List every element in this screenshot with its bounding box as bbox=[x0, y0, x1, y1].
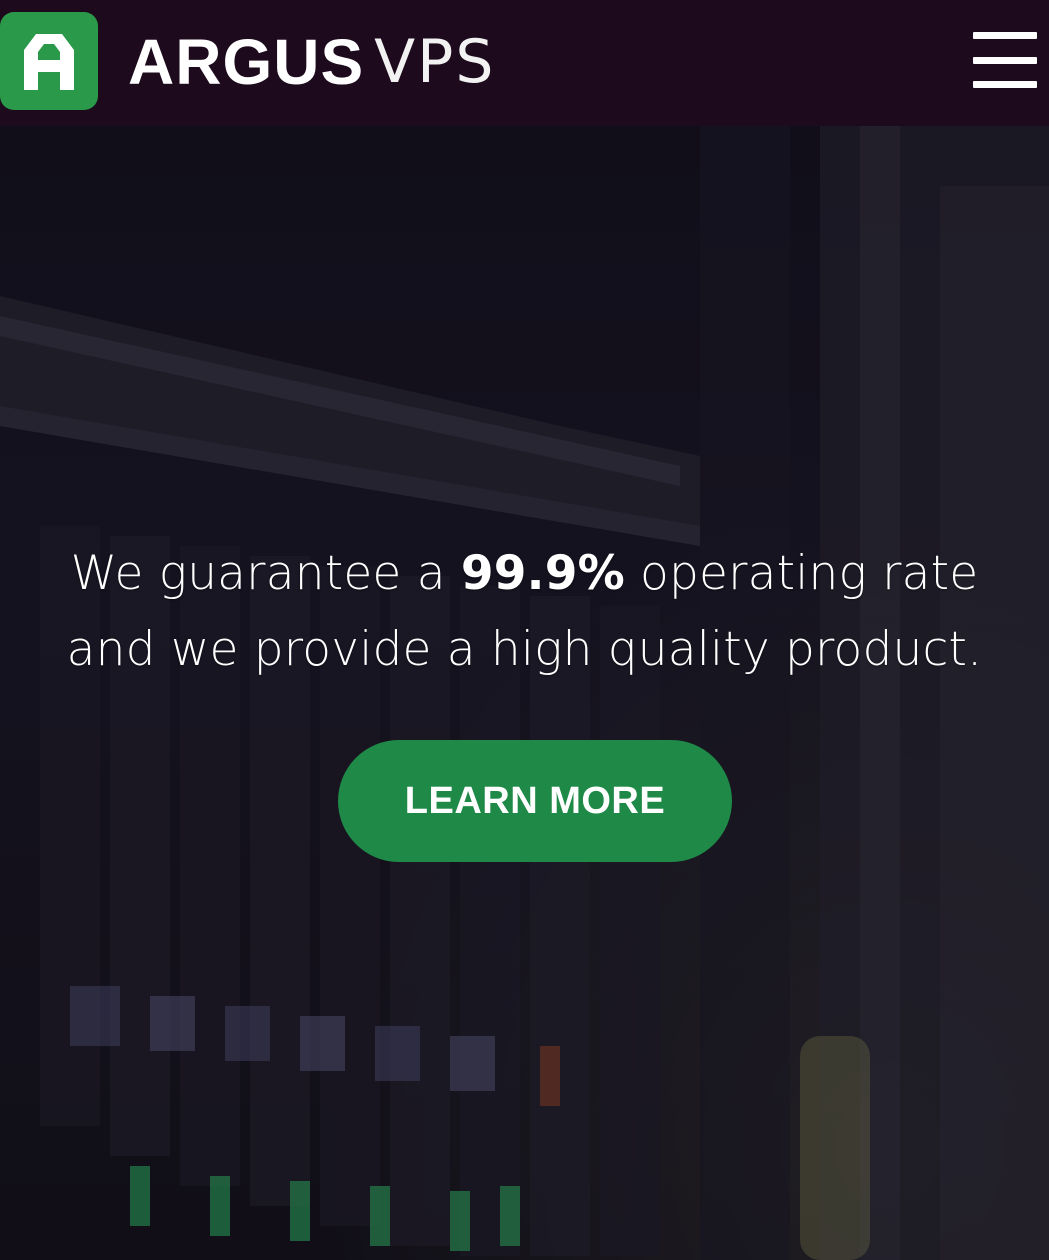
tagline-text-start: We guarantee a bbox=[70, 546, 461, 601]
menu-bar bbox=[973, 32, 1037, 39]
learn-more-button[interactable]: LEARN MORE bbox=[338, 740, 732, 862]
argus-logo-icon[interactable] bbox=[0, 12, 98, 110]
hamburger-menu-icon[interactable] bbox=[973, 32, 1037, 88]
hero-dark-overlay bbox=[0, 126, 1049, 1260]
logo-a-glyph bbox=[24, 34, 74, 90]
hero-tagline: We guarantee a 99.9% operating rate and … bbox=[20, 536, 1029, 688]
hero-section: We guarantee a 99.9% operating rate and … bbox=[0, 126, 1049, 1260]
page: ARGUS VPS We guarantee a 99.9% operating… bbox=[0, 0, 1049, 1260]
brand-name-light: VPS bbox=[374, 27, 496, 97]
menu-bar bbox=[973, 81, 1037, 88]
tagline-highlight: 99.9% bbox=[460, 546, 625, 601]
menu-bar bbox=[973, 56, 1037, 64]
brand-name-strong: ARGUS bbox=[128, 26, 365, 98]
brand-wordmark[interactable]: ARGUS VPS bbox=[128, 22, 495, 102]
site-header: ARGUS VPS bbox=[0, 0, 1049, 126]
